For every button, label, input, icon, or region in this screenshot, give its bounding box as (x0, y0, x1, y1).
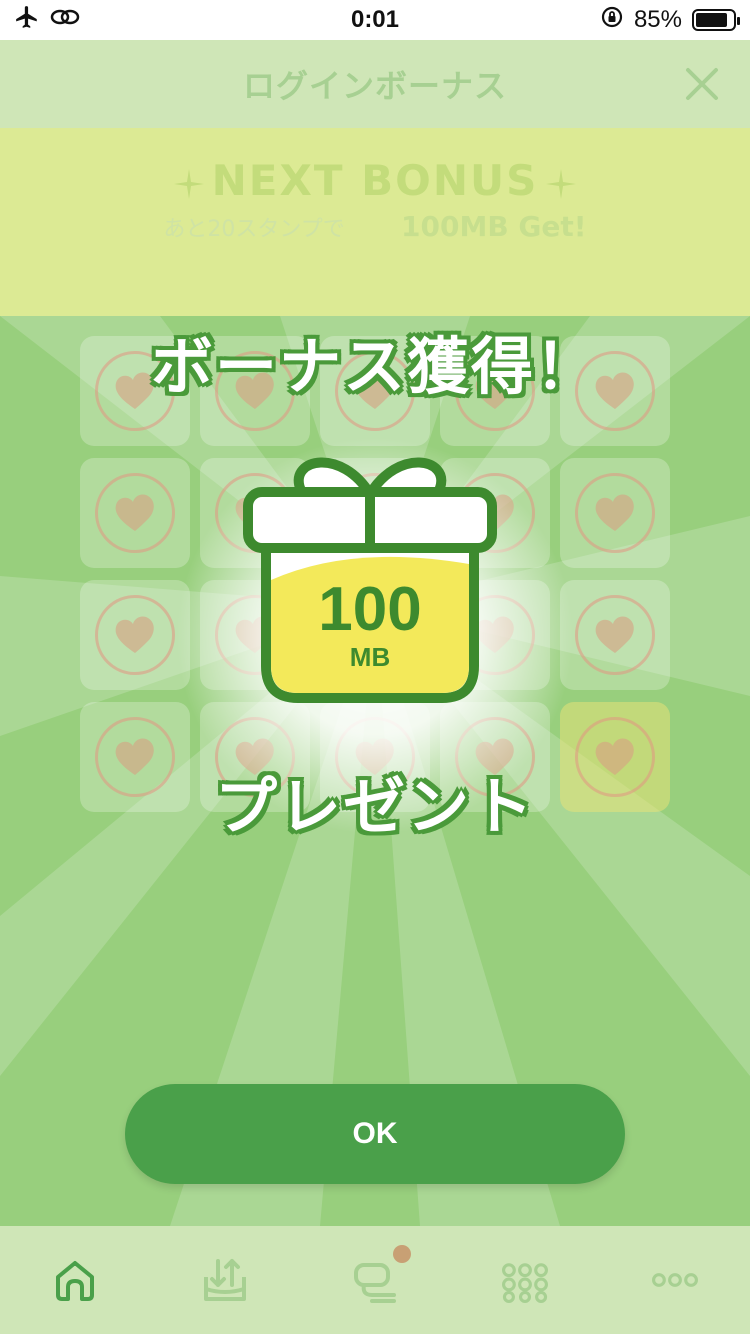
battery-icon (692, 9, 740, 31)
stamp-heart-icon (595, 616, 634, 653)
present-label: プレゼント (214, 770, 535, 843)
close-icon (686, 68, 718, 100)
bonus-title: ボーナス獲得！ (150, 330, 599, 403)
page-title: ログインボーナス (242, 67, 507, 105)
rotation-lock-icon (600, 5, 624, 36)
home-icon (56, 1261, 94, 1301)
tab-more[interactable] (625, 1245, 725, 1315)
close-button[interactable] (682, 64, 722, 104)
stamp-circle (95, 473, 175, 553)
link-icon (50, 4, 80, 37)
stamp-slot (560, 580, 670, 690)
tab-chat[interactable] (325, 1245, 425, 1315)
battery-percent: 85% (633, 6, 682, 33)
tab-home[interactable] (25, 1245, 125, 1315)
battery-fill (696, 13, 727, 27)
tab-download[interactable] (175, 1245, 275, 1315)
next-bonus-reward: 100MB Get! (401, 210, 587, 243)
next-bonus-label: NEXT BONUS (211, 156, 539, 205)
stamp-heart-icon (595, 494, 634, 531)
gift-box: 100 MB (242, 452, 498, 706)
next-bonus-title: NEXT BONUS (0, 156, 750, 205)
stamp-slot (80, 580, 190, 690)
ok-button[interactable]: OK (125, 1084, 625, 1184)
notification-badge (393, 1245, 411, 1263)
gift-unit: MB (349, 642, 391, 672)
more-icon (652, 1273, 698, 1287)
next-bonus-remaining: あと20スタンプで (163, 217, 345, 242)
status-right: 85% (600, 5, 740, 36)
sparkle-icon (546, 168, 577, 199)
stamp-heart-icon (115, 494, 154, 531)
grid-dots-icon (502, 1263, 548, 1303)
stamp-circle (95, 595, 175, 675)
stamp-slot (80, 458, 190, 568)
status-left (14, 4, 80, 37)
header: ログインボーナス (0, 40, 750, 128)
status-bar: 0:01 85% (0, 0, 750, 40)
next-bonus-subtitle: あと20スタンプで 100MB Get! (0, 210, 750, 243)
download-tray-icon (204, 1259, 246, 1301)
stamp-circle (575, 595, 655, 675)
next-bonus-banner: NEXT BONUS あと20スタンプで 100MB Get! (0, 128, 750, 316)
stamp-slot (560, 458, 670, 568)
stamp-area: ボーナス獲得！ 100 MB プレゼント OK (0, 316, 750, 1226)
airplane-icon (14, 4, 40, 37)
stamp-circle (575, 473, 655, 553)
chat-icon (354, 1263, 396, 1303)
tab-bar (0, 1226, 750, 1334)
sparkle-icon (173, 168, 204, 199)
stamp-heart-icon (115, 616, 154, 653)
tab-apps[interactable] (475, 1245, 575, 1315)
gift-amount: 100 (318, 575, 422, 644)
